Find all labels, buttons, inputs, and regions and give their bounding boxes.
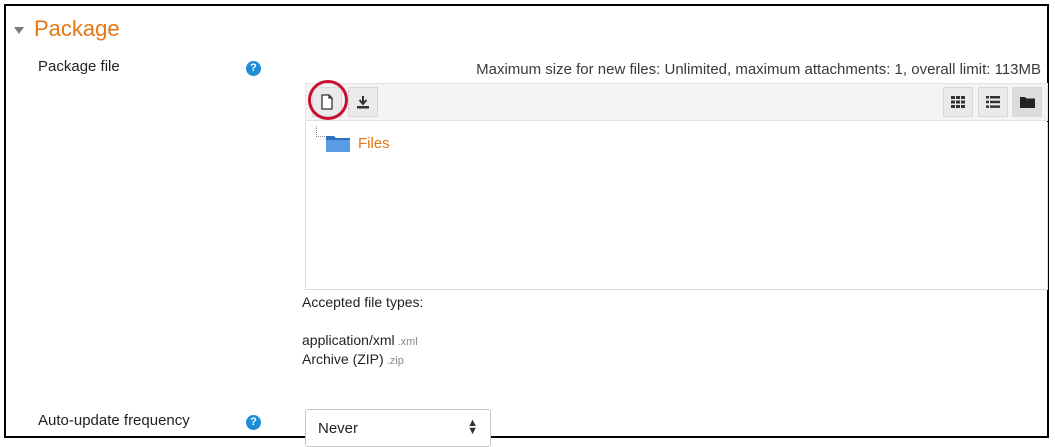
select-arrows-icon: ▲ ▼ [467, 417, 478, 437]
add-file-button[interactable] [312, 87, 342, 117]
accepted-type-item: Archive (ZIP) .zip [302, 351, 404, 367]
help-icon[interactable]: ? [246, 415, 261, 430]
folder-item[interactable]: Files [326, 134, 390, 152]
section-title: Package [34, 16, 120, 41]
folder-name[interactable]: Files [358, 135, 390, 152]
download-icon [357, 96, 369, 109]
accepted-types-heading: Accepted file types: [302, 294, 424, 310]
filepicker-area[interactable]: Files [305, 122, 1048, 290]
accepted-type-item: application/xml .xml [302, 332, 418, 348]
max-size-info: Maximum size for new files: Unlimited, m… [476, 61, 1041, 78]
type-ext: .xml [397, 336, 418, 348]
collapse-caret-icon[interactable] [14, 26, 24, 34]
section-header[interactable]: Package [14, 14, 120, 44]
auto-update-select[interactable]: Never ▲ ▼ [305, 409, 491, 447]
help-icon[interactable]: ? [246, 61, 261, 76]
view-tree-button[interactable] [1012, 87, 1042, 117]
type-name: application/xml [302, 332, 395, 348]
filepicker-toolbar [305, 83, 1048, 121]
file-icon [321, 94, 333, 110]
selected-value: Never [318, 419, 359, 437]
folder-icon [1019, 97, 1035, 108]
auto-update-label: Auto-update frequency [38, 412, 190, 429]
folder-icon [326, 136, 350, 152]
download-all-button[interactable] [348, 87, 378, 117]
list-icon [986, 96, 1000, 108]
type-name: Archive (ZIP) [302, 351, 384, 367]
type-ext: .zip [386, 355, 404, 367]
grid-icon [951, 96, 965, 108]
view-icons-button[interactable] [943, 87, 973, 117]
view-list-button[interactable] [978, 87, 1008, 117]
package-section: Package Package file ? Maximum size for … [4, 4, 1049, 447]
package-file-label: Package file [38, 58, 120, 75]
